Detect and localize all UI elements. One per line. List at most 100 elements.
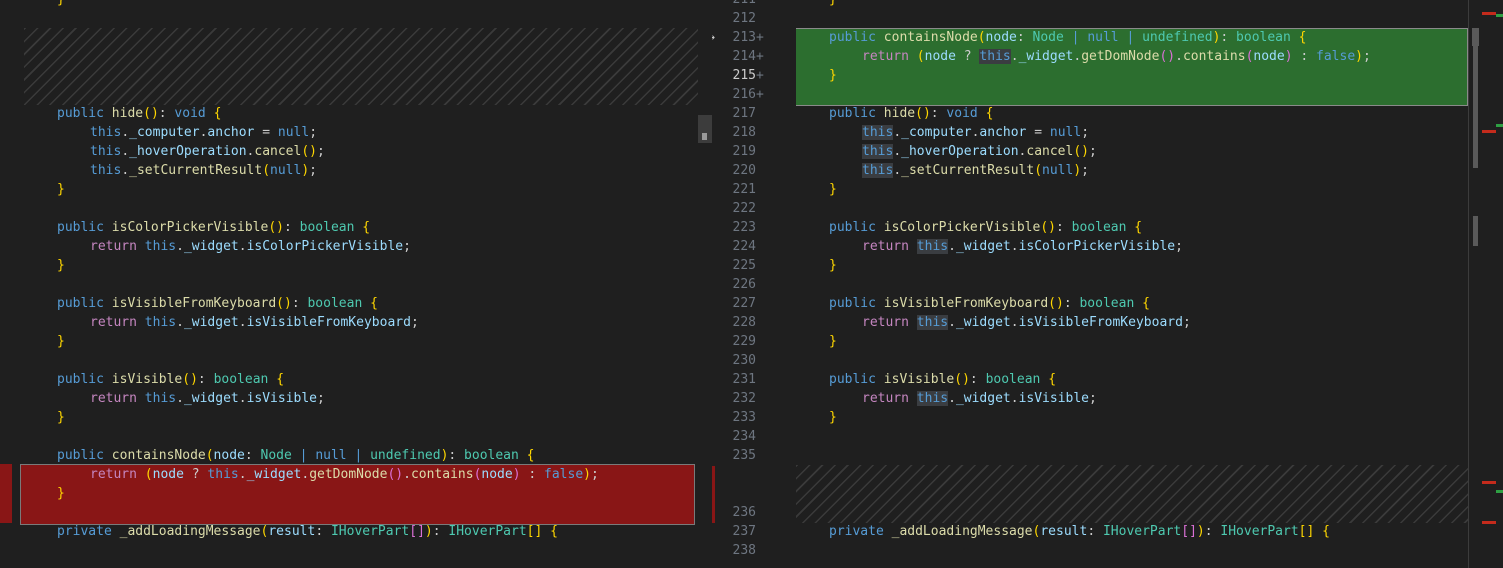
original-editor-scrollbar[interactable] xyxy=(698,0,712,568)
line-number: 221 xyxy=(732,182,756,197)
original-line[interactable]: } xyxy=(0,484,698,503)
revert-arrow-icon[interactable]: → xyxy=(712,28,718,47)
modified-line[interactable]: } xyxy=(796,0,1468,9)
line-number-row: 230 xyxy=(712,351,796,370)
original-line[interactable] xyxy=(0,503,698,522)
code-text: public hide(): void { xyxy=(829,106,994,121)
diff-filler-hatch xyxy=(24,28,698,105)
modified-line[interactable] xyxy=(796,427,1468,446)
original-line[interactable]: } xyxy=(0,408,698,427)
original-line[interactable]: public isVisibleFromKeyboard(): boolean … xyxy=(0,294,698,313)
original-line[interactable]: this._setCurrentResult(null); xyxy=(0,161,698,180)
code-text: return this._widget.isVisibleFromKeyboar… xyxy=(862,315,1191,330)
code-text: private _addLoadingMessage(result: IHove… xyxy=(829,524,1330,539)
original-line[interactable]: } xyxy=(0,180,698,199)
code-text: this._computer.anchor = null; xyxy=(862,125,1090,140)
modified-line[interactable] xyxy=(796,85,1468,104)
added-line-marker: + xyxy=(756,87,764,102)
modified-line[interactable]: this._hoverOperation.cancel(); xyxy=(796,142,1468,161)
line-number-row: 236 xyxy=(712,503,796,522)
line-number: 216 xyxy=(732,87,756,102)
line-number-row: 220 xyxy=(712,161,796,180)
line-number: 211 xyxy=(712,0,756,9)
line-number-row: 226 xyxy=(712,275,796,294)
line-number: 233 xyxy=(732,410,756,425)
scroll-thumb[interactable] xyxy=(1473,28,1478,168)
line-number-row: 235 xyxy=(712,446,796,465)
code-text: return (node ? this._widget.getDomNode()… xyxy=(862,49,1371,64)
modified-line[interactable]: } xyxy=(796,66,1468,85)
modified-line[interactable]: public isVisible(): boolean { xyxy=(796,370,1468,389)
line-number-row: 215 + xyxy=(712,66,796,85)
revert-change-row[interactable]: → xyxy=(712,28,724,47)
modified-line[interactable]: } xyxy=(796,256,1468,275)
scroll-thumb-lower[interactable] xyxy=(1473,216,1478,246)
code-text: } xyxy=(57,0,65,9)
modified-line[interactable]: public isColorPickerVisible(): boolean { xyxy=(796,218,1468,237)
original-line[interactable]: return this._widget.isVisible; xyxy=(0,389,698,408)
original-line[interactable]: return this._widget.isVisibleFromKeyboar… xyxy=(0,313,698,332)
modified-line[interactable]: } xyxy=(796,180,1468,199)
original-line[interactable]: return (node ? this._widget.getDomNode()… xyxy=(0,465,698,484)
code-text: return this._widget.isColorPickerVisible… xyxy=(862,239,1183,254)
line-number-row: 221 xyxy=(712,180,796,199)
original-line[interactable] xyxy=(0,351,698,370)
original-line[interactable]: public isColorPickerVisible(): boolean { xyxy=(0,218,698,237)
original-line[interactable]: public isVisible(): boolean { xyxy=(0,370,698,389)
code-text: return (node ? this._widget.getDomNode()… xyxy=(90,467,599,482)
removed-lines-marker xyxy=(712,466,715,523)
removed-ruler-mark xyxy=(1482,130,1496,133)
line-number-row: 238 xyxy=(712,541,796,560)
original-line[interactable]: this._hoverOperation.cancel(); xyxy=(0,142,698,161)
original-line[interactable] xyxy=(0,427,698,446)
line-number: 230 xyxy=(732,353,756,368)
overview-ruler[interactable] xyxy=(1468,0,1503,568)
inserted-ruler-mark xyxy=(1496,124,1503,127)
modified-line[interactable]: return this._widget.isVisibleFromKeyboar… xyxy=(796,313,1468,332)
line-number: 212 xyxy=(732,11,756,26)
modified-line[interactable]: this._computer.anchor = null; xyxy=(796,123,1468,142)
modified-line[interactable]: this._setCurrentResult(null); xyxy=(796,161,1468,180)
line-number-row: 216 + xyxy=(712,85,796,104)
modified-line[interactable] xyxy=(796,351,1468,370)
scroll-position-marker xyxy=(702,133,707,140)
line-number-row: 212 xyxy=(712,9,796,28)
original-editor-pane[interactable]: } public hide(): void {this._computer.anc… xyxy=(0,0,698,568)
scrollbar-track[interactable] xyxy=(1468,0,1469,568)
original-line[interactable]: } xyxy=(0,256,698,275)
modified-line[interactable]: public isVisibleFromKeyboard(): boolean … xyxy=(796,294,1468,313)
original-line[interactable]: return this._widget.isColorPickerVisible… xyxy=(0,237,698,256)
modified-line[interactable]: private _addLoadingMessage(result: IHove… xyxy=(796,522,1468,541)
original-line[interactable]: private _addLoadingMessage(result: IHove… xyxy=(0,522,698,541)
modified-line[interactable]: } xyxy=(796,332,1468,351)
code-text: } xyxy=(57,486,65,501)
code-text: this._setCurrentResult(null); xyxy=(862,163,1089,178)
original-line[interactable]: } xyxy=(0,0,698,9)
modified-line[interactable] xyxy=(796,9,1468,28)
line-number: 226 xyxy=(732,277,756,292)
original-line[interactable]: this._computer.anchor = null; xyxy=(0,123,698,142)
original-line[interactable]: public containsNode(node: Node | null | … xyxy=(0,446,698,465)
code-text: public isVisible(): boolean { xyxy=(57,372,285,387)
modified-line[interactable] xyxy=(796,199,1468,218)
code-text: public isColorPickerVisible(): boolean { xyxy=(57,220,371,235)
line-number: 232 xyxy=(732,391,756,406)
original-line[interactable] xyxy=(0,275,698,294)
modified-line[interactable]: return this._widget.isVisible; xyxy=(796,389,1468,408)
line-number-row: 211 xyxy=(712,0,796,9)
modified-line[interactable] xyxy=(796,275,1468,294)
original-line[interactable] xyxy=(0,199,698,218)
original-line[interactable]: public hide(): void { xyxy=(0,104,698,123)
modified-line[interactable]: public hide(): void { xyxy=(796,104,1468,123)
line-number-row: 219 xyxy=(712,142,796,161)
modified-line[interactable]: return this._widget.isColorPickerVisible… xyxy=(796,237,1468,256)
line-number-row: 214 + xyxy=(712,47,796,66)
modified-line[interactable]: } xyxy=(796,408,1468,427)
modified-line[interactable]: public containsNode(node: Node | null | … xyxy=(796,28,1468,47)
line-number-row: 222 xyxy=(712,199,796,218)
modified-line[interactable]: return (node ? this._widget.getDomNode()… xyxy=(796,47,1468,66)
modified-editor-pane[interactable]: } public containsNode(node: Node | null |… xyxy=(796,0,1468,568)
line-number: 238 xyxy=(732,543,756,558)
code-text: this._hoverOperation.cancel(); xyxy=(862,144,1097,159)
original-line[interactable]: } xyxy=(0,332,698,351)
